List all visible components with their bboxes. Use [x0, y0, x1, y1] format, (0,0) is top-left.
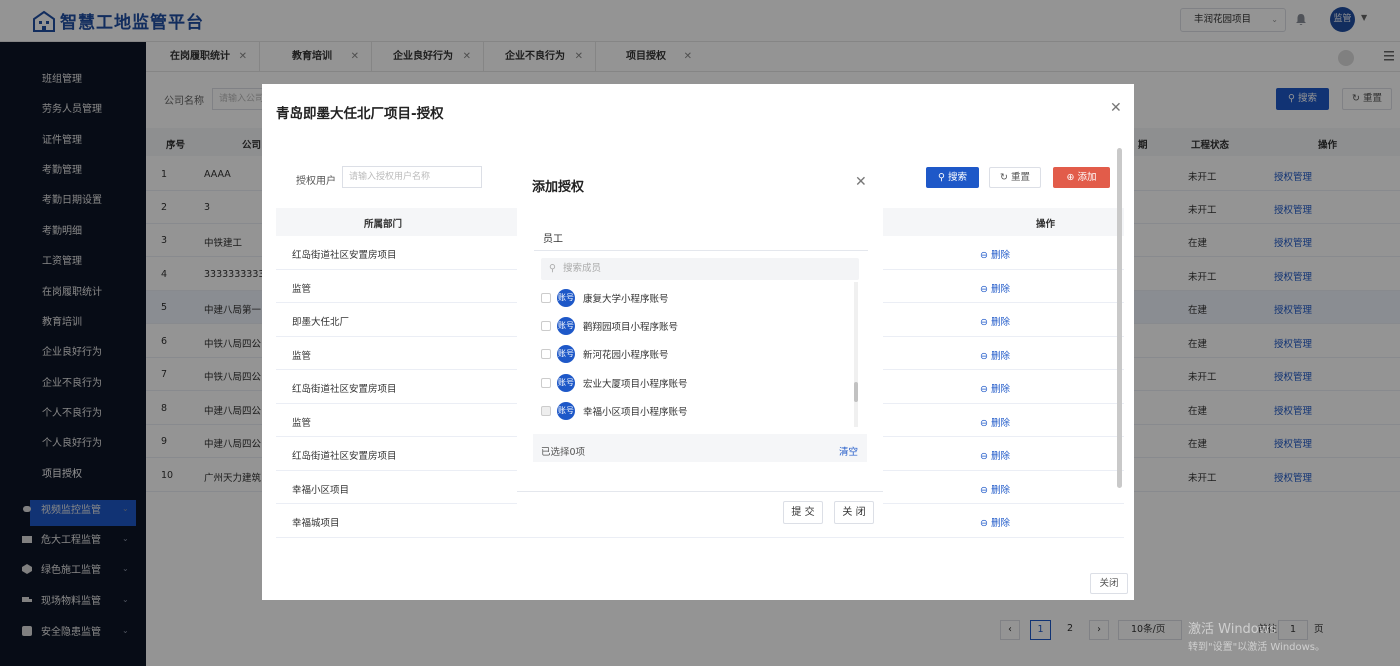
member-avatar: 账号 [557, 402, 575, 420]
cell-dept: 监管 [292, 350, 312, 362]
member-scrollbar[interactable] [854, 282, 858, 427]
submit-button[interactable]: 提 交 [783, 501, 823, 524]
delete-link[interactable]: ⊖ 删除 [980, 281, 1010, 295]
delete-label: 删除 [990, 283, 1010, 295]
cell-dept: 监管 [292, 417, 312, 429]
auth-reset-button[interactable]: ↻ 重置 [989, 167, 1041, 188]
add-auth-title: 添加授权 [532, 180, 585, 195]
delete-label: 删除 [990, 250, 1010, 261]
delete-label: 删除 [990, 484, 1010, 496]
delete-link[interactable]: ⊖ 删除 [980, 448, 1010, 462]
member-checkbox[interactable] [541, 378, 551, 388]
delete-label: 删除 [990, 518, 1010, 529]
clear-link[interactable]: 清空 [839, 444, 858, 458]
member-item[interactable]: 账号 幸福小区项目小程序账号 [541, 400, 688, 422]
close-icon[interactable]: ✕ [1110, 100, 1122, 116]
dialog-footer: 提 交 关 闭 [517, 491, 883, 530]
windows-watermark: 激活 Windows [1188, 622, 1277, 637]
member-avatar: 账号 [557, 317, 575, 335]
auth-user-label: 授权用户 [296, 176, 336, 187]
delete-link[interactable]: ⊖ 删除 [980, 415, 1010, 429]
cell-dept: 红岛街道社区安置房项目 [292, 250, 397, 261]
member-item[interactable]: 账号 宏业大厦项目小程序账号 [541, 372, 688, 394]
auth-user-input[interactable]: 请输入授权用户名称 [342, 166, 482, 188]
add-button[interactable]: ⊕ 添加 [1053, 167, 1110, 188]
member-name: 新河花园小程序账号 [583, 350, 669, 361]
member-scrollbar-thumb[interactable] [854, 382, 858, 402]
delete-link[interactable]: ⊖ 删除 [980, 515, 1010, 529]
cell-dept: 幸福小区项目 [292, 484, 350, 496]
delete-link[interactable]: ⊖ 删除 [980, 482, 1010, 496]
auth-search-label: 搜索 [947, 172, 967, 183]
selection-footer: 已选择0项 清空 [533, 434, 867, 462]
close-icon[interactable]: ✕ [855, 174, 867, 190]
member-checkbox[interactable] [541, 293, 551, 303]
search-icon: ⚲ [549, 263, 556, 274]
auth-reset-label: 重置 [1010, 172, 1030, 183]
cell-dept: 监管 [292, 283, 312, 295]
member-search-placeholder: 搜索成员 [563, 263, 602, 274]
search-icon: ⚲ [938, 172, 948, 183]
tab-employee[interactable]: 员工 [543, 230, 563, 245]
add-auth-dialog: 添加授权 ✕ 员工 ⚲ 搜索成员 账号 康复大学小程序账号 账号 鹳翔园项目小程序账… [517, 160, 883, 530]
refresh-icon: ↻ [1000, 172, 1011, 183]
delete-link[interactable]: ⊖ 删除 [980, 381, 1010, 395]
plus-circle-icon: ⊕ [1066, 172, 1078, 183]
member-item[interactable]: 账号 康复大学小程序账号 [541, 287, 669, 309]
delete-label: 删除 [990, 417, 1010, 429]
member-name: 鹳翔园项目小程序账号 [583, 322, 679, 333]
member-name: 幸福小区项目小程序账号 [583, 407, 688, 418]
member-checkbox[interactable] [541, 406, 551, 416]
close-button[interactable]: 关 闭 [834, 501, 874, 524]
header-op: 操作 [1036, 219, 1056, 230]
auth-close-button[interactable]: 关闭 [1090, 573, 1128, 594]
delete-label: 删除 [990, 384, 1010, 395]
member-name: 宏业大厦项目小程序账号 [583, 379, 688, 390]
delete-link[interactable]: ⊖ 删除 [980, 348, 1010, 362]
add-button-label: 添加 [1077, 172, 1097, 183]
delete-label: 删除 [990, 451, 1010, 462]
member-search-input[interactable]: ⚲ 搜索成员 [541, 258, 859, 280]
delete-label: 删除 [990, 317, 1010, 328]
auth-dialog-title: 青岛即墨大任北厂项目-授权 [276, 106, 444, 122]
header-dept: 所属部门 [364, 219, 403, 230]
member-item[interactable]: 账号 鹳翔园项目小程序账号 [541, 315, 678, 337]
member-avatar: 账号 [557, 374, 575, 392]
delete-link[interactable]: ⊖ 删除 [980, 247, 1010, 261]
cell-dept: 红岛街道社区安置房项目 [292, 384, 397, 395]
auth-search-button[interactable]: ⚲ 搜索 [926, 167, 979, 188]
member-avatar: 账号 [557, 289, 575, 307]
delete-link[interactable]: ⊖ 删除 [980, 314, 1010, 328]
cell-dept: 幸福城项目 [292, 518, 340, 529]
divider [534, 250, 868, 251]
scrollbar-thumb[interactable] [1117, 148, 1122, 488]
windows-watermark-sub: 转到"设置"以激活 Windows。 [1188, 642, 1326, 653]
selected-count: 已选择0项 [541, 447, 586, 458]
member-checkbox[interactable] [541, 349, 551, 359]
cell-dept: 红岛街道社区安置房项目 [292, 451, 397, 462]
delete-label: 删除 [990, 350, 1010, 362]
member-avatar: 账号 [557, 345, 575, 363]
member-checkbox[interactable] [541, 321, 551, 331]
cell-dept: 即墨大任北厂 [292, 317, 350, 328]
member-name: 康复大学小程序账号 [583, 294, 669, 305]
member-item[interactable]: 账号 新河花园小程序账号 [541, 343, 669, 365]
